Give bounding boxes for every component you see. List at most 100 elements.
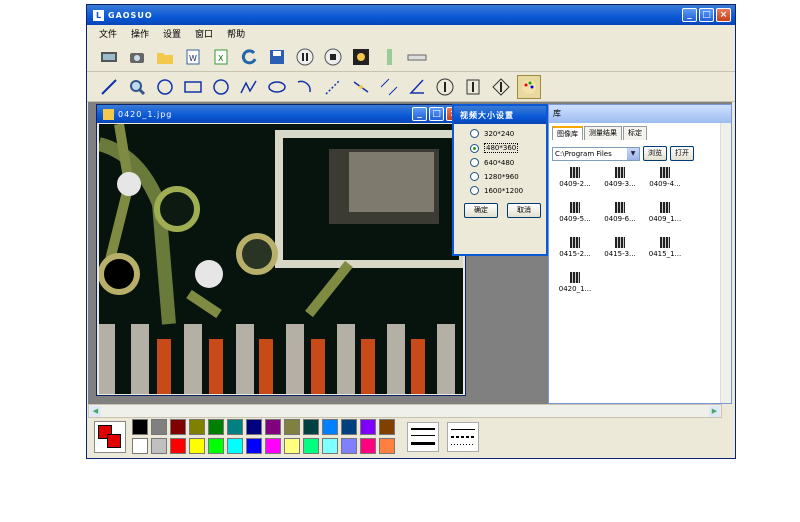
color-swatch[interactable] xyxy=(151,419,167,435)
circle-point-icon[interactable] xyxy=(153,75,177,99)
color-swatch[interactable] xyxy=(379,419,395,435)
current-color-indicator[interactable] xyxy=(94,420,126,453)
image-window-titlebar[interactable]: 0420_1.jpg _ □ × xyxy=(97,105,465,123)
horizontal-dimension-icon[interactable] xyxy=(461,75,485,99)
dotted-line-icon[interactable] xyxy=(321,75,345,99)
line-style-solid[interactable] xyxy=(407,421,439,452)
menu-operate[interactable]: 操作 xyxy=(131,27,149,40)
color-swatch[interactable] xyxy=(132,419,148,435)
radio-selected-icon[interactable] xyxy=(470,143,479,153)
background-color[interactable] xyxy=(107,433,121,448)
parallel-lines-icon[interactable] xyxy=(377,75,401,99)
option-1600x1200[interactable]: 1600*1200 xyxy=(470,186,546,195)
color-swatch[interactable] xyxy=(341,438,357,454)
vertical-scrollbar[interactable] xyxy=(720,123,731,403)
color-swatch[interactable] xyxy=(151,438,167,454)
cancel-button[interactable]: 取消 xyxy=(507,203,541,218)
rectangle-icon[interactable] xyxy=(181,75,205,99)
ruler-horizontal-icon[interactable] xyxy=(405,45,429,69)
thumbnail-item[interactable]: 0415-3... xyxy=(598,235,642,258)
color-swatch[interactable] xyxy=(341,419,357,435)
line-tool-icon[interactable] xyxy=(97,75,121,99)
color-swatch[interactable] xyxy=(303,419,319,435)
doc-x-icon[interactable]: X xyxy=(209,45,233,69)
thumbnail-item[interactable]: 0409-2... xyxy=(553,165,597,188)
color-swatch[interactable] xyxy=(322,438,338,454)
angle-icon[interactable] xyxy=(405,75,429,99)
menu-window[interactable]: 窗口 xyxy=(195,27,213,40)
ok-button[interactable]: 确定 xyxy=(464,203,498,218)
minimize-button[interactable]: _ xyxy=(682,8,697,22)
color-swatch[interactable] xyxy=(360,419,376,435)
option-1280x960[interactable]: 1280*960 xyxy=(470,172,546,181)
pause-icon[interactable] xyxy=(293,45,317,69)
ellipse-icon[interactable] xyxy=(265,75,289,99)
color-swatch[interactable] xyxy=(208,419,224,435)
point-angle-icon[interactable] xyxy=(349,75,373,99)
close-button[interactable]: × xyxy=(716,8,731,22)
circle-icon[interactable] xyxy=(209,75,233,99)
thumbnail-item[interactable]: 0415-2... xyxy=(553,235,597,258)
menu-file[interactable]: 文件 xyxy=(99,27,117,40)
menu-settings[interactable]: 设置 xyxy=(163,27,181,40)
thumbnail-item[interactable]: 0409-6... xyxy=(598,200,642,223)
radio-icon[interactable] xyxy=(470,129,479,138)
radio-icon[interactable] xyxy=(470,186,479,195)
cross-dimension-icon[interactable] xyxy=(489,75,513,99)
palette-icon[interactable] xyxy=(517,74,541,99)
main-titlebar[interactable]: L GAOSUO _ □ × xyxy=(87,5,735,25)
thumbnail-item[interactable]: 0409_1... xyxy=(643,200,687,223)
path-combo[interactable]: C:\Program Files ▼ xyxy=(552,146,640,161)
color-swatch[interactable] xyxy=(284,438,300,454)
color-swatch[interactable] xyxy=(227,438,243,454)
tab-measure-results[interactable]: 测量结果 xyxy=(584,126,622,140)
thumbnail-item[interactable]: 0415_1... xyxy=(643,235,687,258)
camera-icon[interactable] xyxy=(125,45,149,69)
scroll-right-icon[interactable]: ▶ xyxy=(709,406,720,417)
option-320x240[interactable]: 320*240 xyxy=(470,129,546,138)
menu-help[interactable]: 帮助 xyxy=(227,27,245,40)
color-swatch[interactable] xyxy=(246,419,262,435)
radio-icon[interactable] xyxy=(470,158,479,167)
maximize-button[interactable]: □ xyxy=(699,8,714,22)
dialog-titlebar[interactable]: 视频大小设置 xyxy=(454,106,546,124)
color-swatch[interactable] xyxy=(265,438,281,454)
ruler-vertical-icon[interactable] xyxy=(377,45,401,69)
image-minimize-button[interactable]: _ xyxy=(412,107,427,121)
option-480x360[interactable]: 480*360 xyxy=(470,143,546,153)
thumbnail-item[interactable]: 0409-3... xyxy=(598,165,642,188)
color-swatch[interactable] xyxy=(132,438,148,454)
color-swatch[interactable] xyxy=(189,419,205,435)
refresh-icon[interactable] xyxy=(237,45,261,69)
color-swatch[interactable] xyxy=(170,438,186,454)
option-640x480[interactable]: 640*480 xyxy=(470,158,546,167)
magnifier-icon[interactable] xyxy=(125,75,149,99)
line-style-dashed[interactable] xyxy=(447,421,479,452)
color-swatch[interactable] xyxy=(170,419,186,435)
tab-calibration[interactable]: 标定 xyxy=(623,126,647,140)
color-swatch[interactable] xyxy=(246,438,262,454)
vertical-dimension-icon[interactable] xyxy=(433,75,457,99)
radio-icon[interactable] xyxy=(470,172,479,181)
color-swatch[interactable] xyxy=(322,419,338,435)
open-button[interactable]: 打开 xyxy=(670,146,694,161)
browse-button[interactable]: 浏览 xyxy=(643,146,667,161)
arc-icon[interactable] xyxy=(293,75,317,99)
color-swatch[interactable] xyxy=(265,419,281,435)
image-maximize-button[interactable]: □ xyxy=(429,107,444,121)
color-swatch[interactable] xyxy=(303,438,319,454)
stop-icon[interactable] xyxy=(321,45,345,69)
thumbnail-item[interactable]: 0409-4... xyxy=(643,165,687,188)
wrench-icon[interactable] xyxy=(349,45,373,69)
color-swatch[interactable] xyxy=(360,438,376,454)
color-swatch[interactable] xyxy=(227,419,243,435)
horizontal-scrollbar[interactable]: ◀ ▶ xyxy=(88,404,722,418)
polyline-icon[interactable] xyxy=(237,75,261,99)
thumbnail-item[interactable]: 0409-5... xyxy=(553,200,597,223)
thumbnail-item[interactable]: 0420_1... xyxy=(553,270,597,293)
film-icon[interactable] xyxy=(97,45,121,69)
color-swatch[interactable] xyxy=(284,419,300,435)
color-swatch[interactable] xyxy=(379,438,395,454)
save-icon[interactable] xyxy=(265,45,289,69)
scroll-left-icon[interactable]: ◀ xyxy=(90,406,101,417)
